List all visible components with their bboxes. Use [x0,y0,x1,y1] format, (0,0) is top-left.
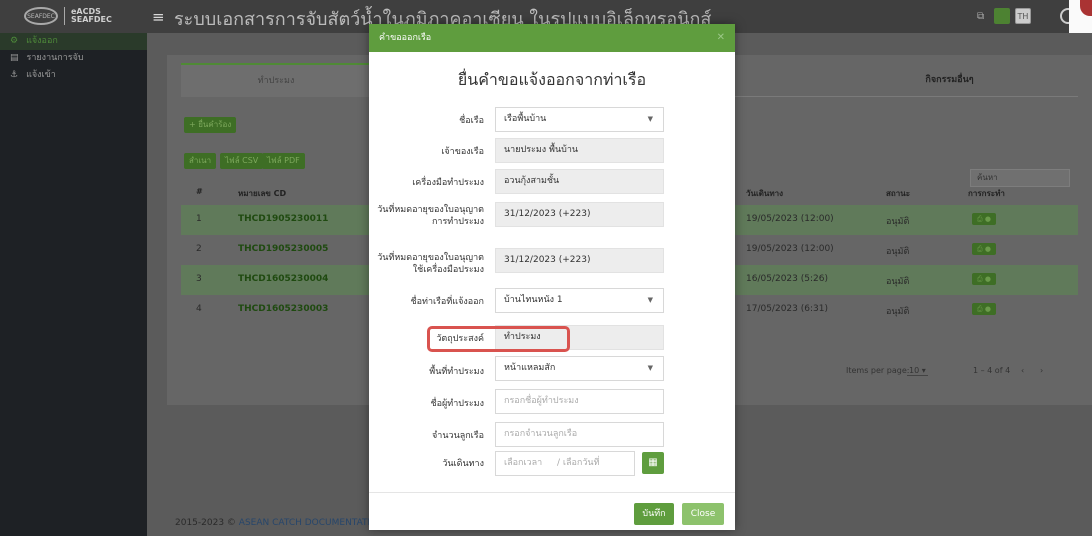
chevron-down-icon: ▾ [921,366,926,375]
row-date: 19/05/2023 (12:00) [746,244,834,254]
crew-input[interactable]: กรอกจำนวนลูกเรือ [495,422,664,447]
area-select[interactable]: หน้าแหลมสัก ▼ [495,356,664,381]
items-per-page-label: Items per page: [846,366,910,375]
export-pdf-button[interactable]: ไฟล์ PDF [262,153,305,169]
owner-label: เจ้าของเรือ [441,147,484,157]
export-csv-button[interactable]: ไฟล์ CSV [220,153,264,169]
time-placeholder: เลือกเวลา [504,458,543,468]
port-label: ชื่อท่าเรือที่แจ้งออก [410,297,484,307]
area-value: หน้าแหลมสัก [504,363,556,373]
vessel-label: ชื่อเรือ [459,116,484,126]
new-request-button[interactable]: + ยื่นคำร้อง [184,117,237,133]
next-page-icon[interactable]: › [1040,366,1043,375]
gear-field: อวนกุ้งสามชั้น [495,169,664,194]
logo-text-line-2: SEAFDEC [71,15,112,24]
seafdec-logo-icon: SEAFDEC [24,7,58,25]
row-num: 4 [196,304,202,314]
depart-date-label: วันเดินทาง [442,459,484,469]
tab-other-activities[interactable]: กิจกรรมอื่นๆ [821,63,1078,97]
row-cd[interactable]: THCD1605230004 [238,274,328,284]
row-cd[interactable]: THCD1905230005 [238,244,328,254]
sidebar-item-arrive[interactable]: ⚓ แจ้งเข้า [0,67,147,84]
hamburger-menu-icon[interactable]: ≡ [152,8,165,26]
vessel-select[interactable]: เรือพื้นบ้าน ▼ [495,107,664,132]
close-icon[interactable]: ✕ [717,24,725,52]
gear-license-expiry-field: 31/12/2023 (+223) [495,248,664,273]
row-action-buttons[interactable]: ⎙ ● [972,213,996,225]
gear-label: เครื่องมือทำประมง [412,178,484,188]
row-num: 3 [196,274,202,284]
language-option-other[interactable] [994,8,1010,24]
column-header-num: # [196,187,203,196]
gear-license-expiry-label: วันที่หมดอายุของใบอนุญาต ใช้เครื่องมือปร… [377,253,484,275]
row-num: 1 [196,214,202,224]
sidebar-item-label: แจ้งเข้า [26,70,56,80]
items-per-page-value: 10 [909,366,920,375]
modal-heading: ยื่นคำขอแจ้งออกจากท่าเรือ [457,70,647,89]
license-expiry-label: วันที่หมดอายุของใบอนุญาต การทำประมง [377,205,484,227]
items-per-page-select[interactable]: 10 ▾ [907,366,928,376]
vessel-value: เรือพื้นบ้าน [504,114,547,124]
calendar-icon[interactable]: ▦ [642,452,664,474]
row-status: อนุมัติ [886,217,910,227]
column-header-date: วันเดินทาง [746,189,784,198]
row-action-buttons[interactable]: ⎙ ● [972,303,996,315]
port-value: บ้านไทนหนัง 1 [504,295,563,305]
row-num: 2 [196,244,202,254]
row-status: อนุมัติ [886,307,910,317]
row-status: อนุมัติ [886,277,910,287]
anchor-icon: ⚓ [10,70,19,80]
tab-fishing[interactable]: ทำประมง [181,63,371,97]
search-input[interactable]: ค้นหา [970,169,1070,187]
row-cd[interactable]: THCD1905230011 [238,214,328,224]
captain-input[interactable]: กรอกชื่อผู้ทำประมง [495,389,664,414]
modal-footer-divider [369,492,735,493]
logo-text: eACDS SEAFDEC [71,8,112,24]
row-action-buttons[interactable]: ⎙ ● [972,243,996,255]
column-header-cd: หมายเลข CD [238,189,287,198]
copy-button[interactable]: สำเนา [184,153,217,169]
column-header-status: สถานะ [886,189,910,198]
captain-label: ชื่อผู้ทำประมง [430,399,484,409]
save-button[interactable]: บันทึก [634,503,674,525]
chevron-down-icon: ▼ [647,115,653,123]
row-date: 17/05/2023 (6:31) [746,304,828,314]
chevron-down-icon: ▼ [647,364,653,372]
pagination-range: 1 – 4 of 4 [973,366,1011,375]
row-action-buttons[interactable]: ⎙ ● [972,273,996,285]
footer-year: 2015-2023 © [175,518,236,528]
depart-request-modal: คำขอออกเรือ ✕ ยื่นคำขอแจ้งออกจากท่าเรือ … [369,24,735,530]
modal-header-title: คำขอออกเรือ [379,33,432,43]
close-button[interactable]: Close [682,503,724,525]
logo-divider [64,7,65,25]
date-placeholder: / เลือกวันที่ [557,458,600,468]
sidebar-item-label: แจ้งออก [26,36,58,46]
row-cd[interactable]: THCD1605230003 [238,304,328,314]
license-expiry-field: 31/12/2023 (+223) [495,202,664,227]
depart-datetime-input[interactable]: เลือกเวลา / เลือกวันที่ [495,451,635,476]
sidebar-item-catch-report[interactable]: ▤ รายงานการจับ [0,50,147,67]
logo[interactable]: SEAFDEC eACDS SEAFDEC [24,6,144,26]
crew-label: จำนวนลูกเรือ [432,431,484,441]
row-date: 16/05/2023 (5:26) [746,274,828,284]
row-date: 19/05/2023 (12:00) [746,214,834,224]
sidebar-item-depart[interactable]: ⚙ แจ้งออก [0,33,147,50]
modal-header: คำขอออกเรือ ✕ [369,24,735,52]
sidebar-item-label: รายงานการจับ [26,53,84,63]
row-status: อนุมัติ [886,247,910,257]
sidebar: ⚙ แจ้งออก ▤ รายงานการจับ ⚓ แจ้งเข้า [0,33,147,536]
owner-field: นายประมง พื้นบ้าน [495,138,664,163]
ship-icon: ⚙ [10,36,19,46]
port-select[interactable]: บ้านไทนหนัง 1 ▼ [495,288,664,313]
document-icon: ▤ [10,53,19,63]
external-link-icon[interactable]: ⧉ [977,11,984,22]
chevron-down-icon: ▼ [647,296,653,304]
previous-page-icon[interactable]: ‹ [1021,366,1024,375]
area-label: พื้นที่ทำประมง [429,367,484,377]
language-option-th[interactable]: TH [1015,8,1031,24]
footer: 2015-2023 © ASEAN CATCH DOCUMENTATION S [175,518,393,528]
purpose-highlight-box [427,326,570,352]
column-header-action: การกระทำ [968,189,1005,198]
